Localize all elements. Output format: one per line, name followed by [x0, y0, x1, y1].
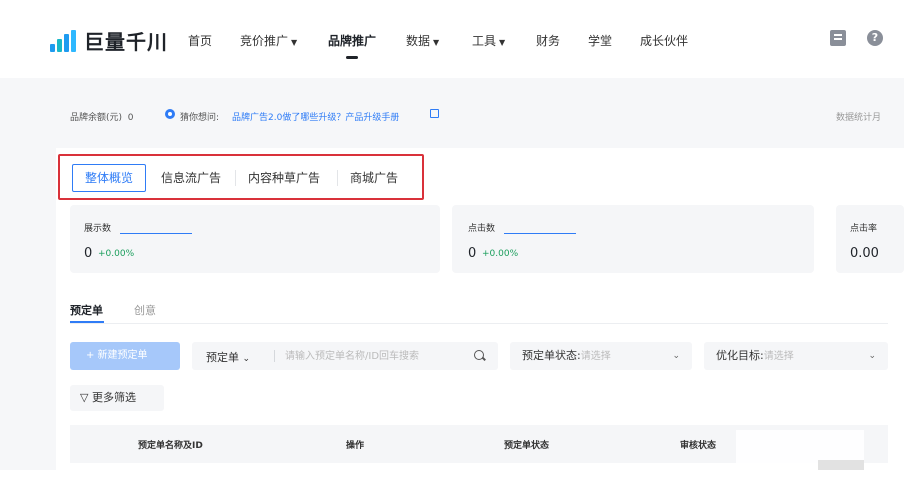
logo-icon — [50, 29, 76, 52]
help-icon[interactable]: ? — [867, 30, 883, 46]
status-filter-select[interactable]: 预定单状态:请选择 ⌄ — [510, 342, 692, 370]
stat-delta: +0.00% — [482, 249, 519, 259]
external-link-icon[interactable] — [430, 109, 439, 118]
caret-down-icon: ▼ — [291, 38, 298, 47]
nav-active-indicator — [346, 56, 358, 59]
subtab-creative[interactable]: 创意 — [134, 302, 156, 318]
stat-delta: +0.00% — [98, 249, 135, 259]
stat-series-indicator — [120, 233, 192, 234]
nav-item-partners[interactable]: 成长伙伴 — [640, 32, 688, 49]
highlight-box — [58, 154, 424, 200]
page-bottom — [0, 470, 904, 494]
nav-item-academy[interactable]: 学堂 — [588, 32, 612, 49]
nav-item-finance[interactable]: 财务 — [536, 32, 560, 49]
chevron-down-icon: ⌄ — [242, 354, 251, 364]
caret-down-icon: ▼ — [499, 38, 506, 47]
nav-item-home[interactable]: 首页 — [188, 32, 212, 49]
brand-balance: 品牌余额(元) 0 — [70, 113, 134, 123]
divider — [70, 323, 888, 324]
chevron-down-icon: ⌄ — [672, 351, 680, 361]
search-group: 预定单 ⌄ — [192, 342, 498, 370]
search-icon[interactable] — [474, 350, 484, 360]
search-type-select[interactable]: 预定单 ⌄ — [206, 349, 250, 365]
stat-label: 点击率 — [850, 224, 878, 234]
tip-icon — [165, 109, 175, 119]
info-bar — [0, 78, 904, 148]
stat-card-impressions[interactable] — [70, 205, 440, 273]
logo[interactable]: 巨量千川 — [50, 26, 168, 55]
stat-series-indicator — [504, 233, 576, 234]
tip-prefix: 猜你想问: — [180, 113, 220, 123]
stat-value: 0.00 — [850, 246, 879, 261]
stat-label: 展示数 — [84, 224, 112, 234]
search-input[interactable] — [285, 348, 469, 364]
caret-down-icon: ▼ — [433, 38, 440, 47]
new-reservation-button[interactable]: + 新建预定单 — [70, 342, 180, 370]
subtab-reservation[interactable]: 预定单 — [70, 302, 103, 318]
nav-item-brand[interactable]: 品牌推广 — [328, 32, 376, 49]
top-nav: 巨量千川 首页 竞价推广 ▼ 品牌推广 数据 ▼ 工具 ▼ 财务 学堂 成长伙伴 ? — [0, 0, 904, 78]
stat-value: 0 — [468, 246, 477, 261]
data-stat-time: 数据统计月 — [836, 113, 882, 123]
logo-text: 巨量千川 — [84, 30, 168, 54]
column-header-actions: 操作 — [346, 441, 365, 451]
column-header-status[interactable]: 预定单状态 — [504, 438, 549, 451]
nav-item-data[interactable]: 数据 ▼ — [406, 32, 439, 49]
upgrade-manual-link[interactable]: 品牌广告2.0做了哪些升级？产品升级手册 — [232, 110, 399, 123]
stat-card-ctr[interactable] — [836, 205, 904, 273]
page: 巨量千川 首页 竞价推广 ▼ 品牌推广 数据 ▼ 工具 ▼ 财务 学堂 成长伙伴 ? … — [0, 0, 904, 494]
more-filters-button[interactable]: ▽ 更多筛选 — [70, 385, 164, 411]
nav-item-bidding[interactable]: 竞价推广 ▼ — [240, 32, 297, 49]
chevron-down-icon: ⌄ — [868, 351, 876, 361]
goal-filter-select[interactable]: 优化目标:请选择 ⌄ — [704, 342, 888, 370]
stat-value: 0 — [84, 246, 93, 261]
stat-label: 点击数 — [468, 224, 496, 234]
document-icon[interactable] — [830, 30, 846, 46]
column-header-name[interactable]: 预定单名称及ID — [138, 438, 203, 451]
stat-card-clicks[interactable] — [452, 205, 814, 273]
column-header-review[interactable]: 审核状态 — [680, 438, 716, 451]
blurred-area — [818, 460, 864, 470]
brand-balance-value: 0 — [127, 113, 134, 123]
divider — [274, 350, 275, 362]
nav-item-tools[interactable]: 工具 ▼ — [472, 32, 505, 49]
